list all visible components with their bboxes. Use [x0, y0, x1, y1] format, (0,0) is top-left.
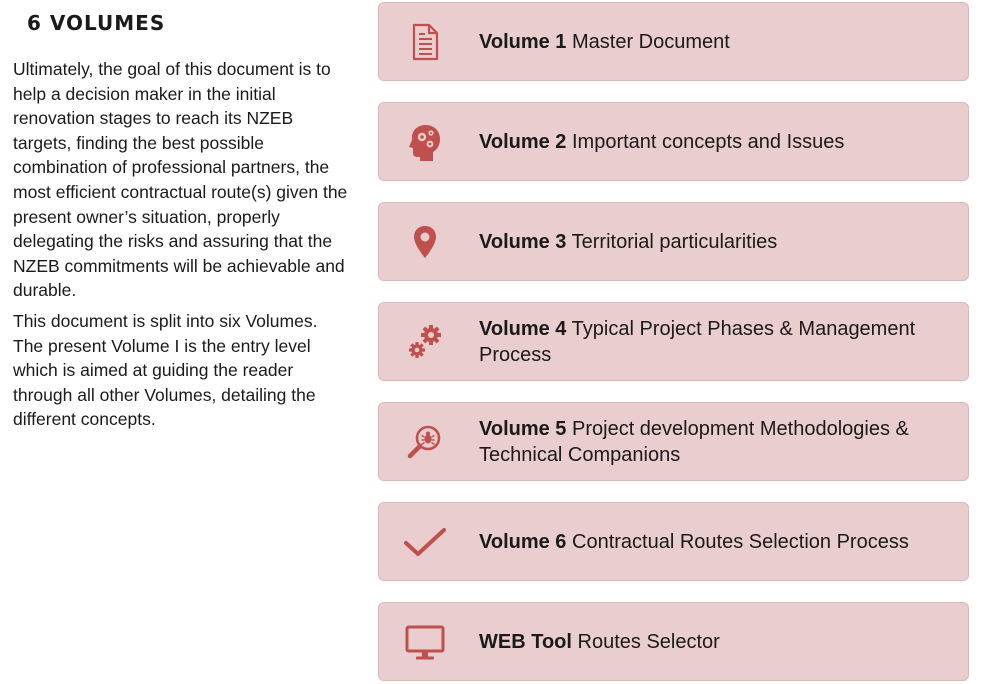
- volume-3-card[interactable]: Volume 3 Territorial particularities: [378, 202, 969, 281]
- volume-5-card[interactable]: Volume 5 Project development Methodologi…: [378, 402, 969, 481]
- web-tool-label: WEB Tool Routes Selector: [479, 629, 948, 655]
- volumes-paragraph: This document is split into six Volumes.…: [13, 310, 318, 430]
- volume-title: Territorial particularities: [571, 230, 778, 253]
- checkmark-icon: [401, 518, 449, 566]
- volume-6-label: Volume 6 Contractual Routes Selection Pr…: [479, 529, 948, 555]
- volume-number: Volume 6: [479, 530, 567, 553]
- volume-title: Master Document: [572, 30, 730, 53]
- map-pin-icon: [401, 218, 449, 266]
- volume-title: Important concepts and Issues: [572, 130, 845, 153]
- volume-4-label: Volume 4 Typical Project Phases & Manage…: [479, 316, 948, 368]
- volume-number: Volume 1: [479, 30, 567, 53]
- volume-title: Contractual Routes Selection Process: [572, 530, 909, 553]
- volume-number: Volume 3: [479, 230, 567, 253]
- head-gears-icon: [401, 118, 449, 166]
- volume-number: Volume 4: [479, 317, 567, 340]
- gears-icon: [401, 318, 449, 366]
- section-title: 6 VOLUMES: [27, 11, 166, 35]
- volume-6-card[interactable]: Volume 6 Contractual Routes Selection Pr…: [378, 502, 969, 581]
- volume-number: Volume 5: [479, 417, 567, 440]
- intro-paragraph: Ultimately, the goal of this document is…: [13, 59, 348, 301]
- volume-title: Routes Selector: [577, 630, 720, 653]
- volume-2-card[interactable]: Volume 2 Important concepts and Issues: [378, 102, 969, 181]
- document-icon: [401, 18, 449, 66]
- magnifier-bug-icon: [401, 418, 449, 466]
- intro-column: 6 VOLUMES Ultimately, the goal of this d…: [13, 10, 348, 432]
- volume-1-label: Volume 1 Master Document: [479, 29, 948, 55]
- web-tool-card[interactable]: WEB Tool Routes Selector: [378, 602, 969, 681]
- volume-3-label: Volume 3 Territorial particularities: [479, 229, 948, 255]
- volume-1-card[interactable]: Volume 1 Master Document: [378, 2, 969, 81]
- volume-2-label: Volume 2 Important concepts and Issues: [479, 129, 948, 155]
- volume-4-card[interactable]: Volume 4 Typical Project Phases & Manage…: [378, 302, 969, 381]
- volume-5-label: Volume 5 Project development Methodologi…: [479, 416, 948, 468]
- volume-number: WEB Tool: [479, 630, 572, 653]
- monitor-icon: [401, 618, 449, 666]
- volume-number: Volume 2: [479, 130, 567, 153]
